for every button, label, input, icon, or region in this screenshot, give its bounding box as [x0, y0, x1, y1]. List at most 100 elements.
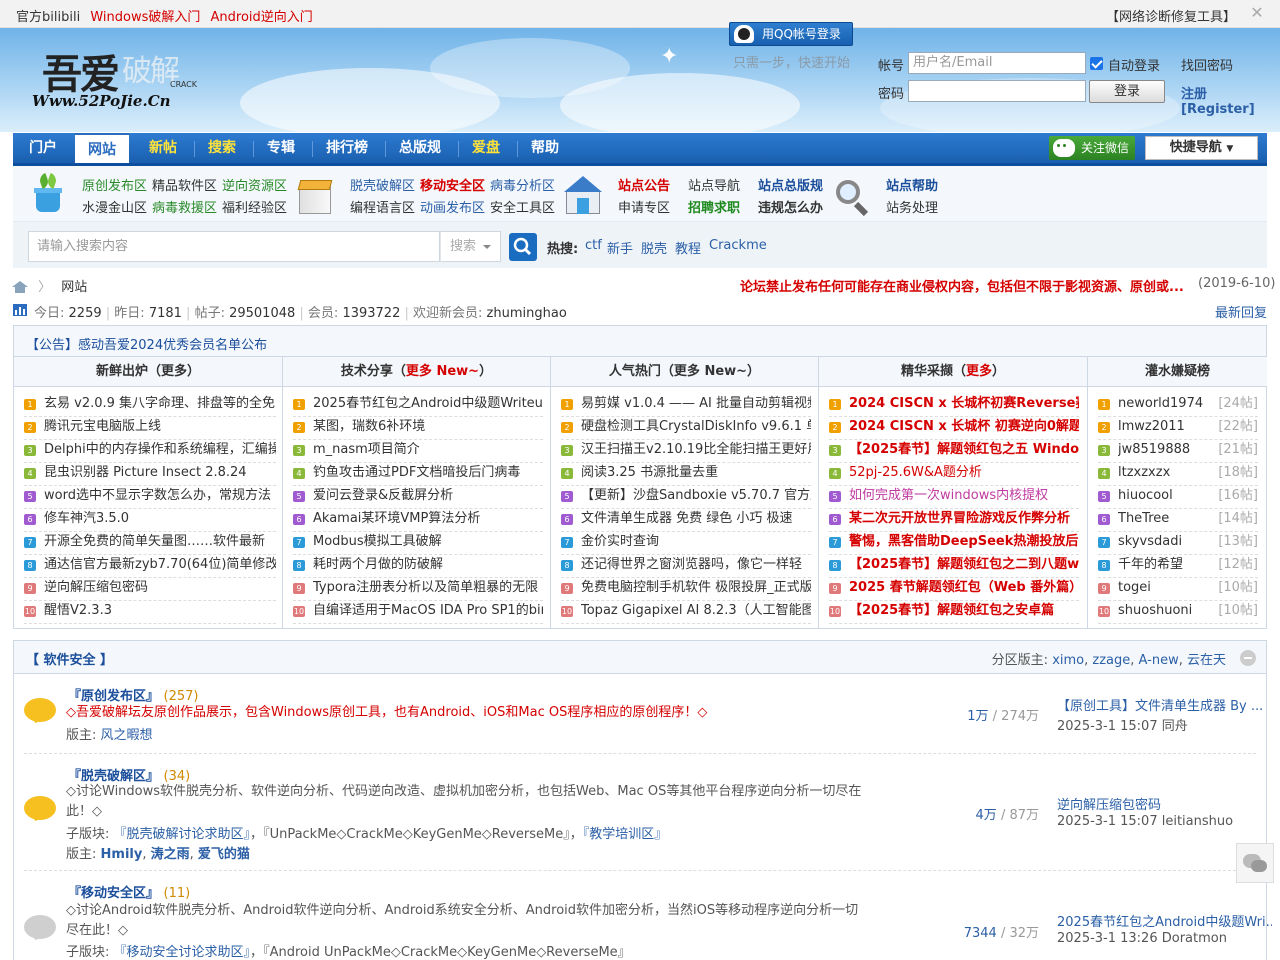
- nav-search[interactable]: 搜索: [196, 133, 248, 163]
- subnav-jobs[interactable]: 招聘求职: [688, 197, 740, 216]
- section-mod-link[interactable]: A-new: [1139, 653, 1179, 668]
- column-list-item[interactable]: 10 Topaz Gigapixel AI 8.2.3（人工智能图片: [561, 602, 811, 625]
- column-list-item[interactable]: 6 Akamai某环境VMP算法分析: [293, 510, 543, 533]
- auto-login-checkbox[interactable]: [1090, 57, 1103, 70]
- last-post-title[interactable]: 逆向解压缩包密码: [1057, 794, 1272, 813]
- latest-reply-link[interactable]: 最新回复: [1215, 302, 1267, 321]
- column-item-title[interactable]: 汉王扫描王v2.10.19比全能扫描王更好用: [581, 441, 811, 459]
- moderator-link[interactable]: 爱飞的猫: [198, 847, 250, 862]
- column-list-item[interactable]: 8 还记得世界之窗浏览器吗，像它一样轻: [561, 556, 811, 579]
- subnav-violation[interactable]: 违规怎么办: [758, 197, 823, 216]
- subnav-virus-rescue[interactable]: 病毒救援区: [152, 197, 217, 216]
- column-list-item[interactable]: 10 醒悟V2.3.3: [24, 602, 276, 625]
- column-item-title[interactable]: 耗时两个月做的防破解: [313, 556, 543, 574]
- column-list-item[interactable]: 8 耗时两个月做的防破解: [293, 556, 543, 579]
- subforum-link[interactable]: 『教学培训区』: [583, 827, 668, 842]
- column-item-title[interactable]: 阅读3.25 书源批量去重: [581, 464, 811, 482]
- hot-search-tutorial[interactable]: 教程: [675, 238, 701, 257]
- column-item-title[interactable]: 通达信官方最新zyb7.70(64位)简单修改: [44, 556, 276, 574]
- last-post-title[interactable]: 【原创工具】文件清单生成器 By ...: [1057, 695, 1272, 714]
- section-mod-link[interactable]: zzage: [1092, 653, 1130, 668]
- column-item-title[interactable]: 如何完成第一次windows内核提权: [849, 487, 1079, 505]
- column-list-item[interactable]: 9 免费电脑控制手机软件 极限投屏_正式版: [561, 579, 811, 602]
- subnav-site-notice[interactable]: 站点公告: [618, 175, 670, 194]
- column-list-item[interactable]: 4 52pj-25.6W&A题分析: [829, 464, 1079, 487]
- column-item-title[interactable]: 2025 春节解题领红包（Web 番外篇）: [849, 579, 1079, 597]
- search-input[interactable]: 请输入搜索内容: [28, 231, 440, 262]
- column-list-item[interactable]: 5 爱问云登录&反截屏分析: [293, 487, 543, 510]
- column-item-title[interactable]: 还记得世界之窗浏览器吗，像它一样轻: [581, 556, 811, 574]
- column-list-item[interactable]: 7 开源全免费的简单矢量图……软件最新: [24, 533, 276, 556]
- column-list-item[interactable]: 4 ltzxzxzx [18帖]: [1098, 464, 1258, 487]
- column-list-item[interactable]: 7 警惕，黑客借助DeepSeek热潮投放后门: [829, 533, 1079, 556]
- column-item-title[interactable]: 玄易 v2.0.9 集八字命理、排盘等的全免: [44, 395, 276, 413]
- windows-crack-intro-link[interactable]: Windows破解入门: [90, 10, 200, 25]
- site-logo[interactable]: 吾爱 破解 CRACK Www.52PoJie.Cn: [30, 42, 220, 114]
- column-list-item[interactable]: 3 m_nasm项目简介: [293, 441, 543, 464]
- column-list-item[interactable]: 7 Modbus模拟工具破解: [293, 533, 543, 556]
- column-item-title[interactable]: 免费电脑控制手机软件 极限投屏_正式版: [581, 579, 811, 597]
- column-item-title[interactable]: Modbus模拟工具破解: [313, 533, 543, 551]
- column-list-item[interactable]: 10 自编译适用于MacOS IDA Pro SP1的bin: [293, 602, 543, 625]
- network-repair-link[interactable]: 【网络诊断修复工具】: [1106, 6, 1236, 25]
- subnav-programming[interactable]: 编程语言区: [350, 197, 415, 216]
- subnav-virus-analysis[interactable]: 病毒分析区: [490, 175, 555, 194]
- qq-login-button[interactable]: 用QQ帐号登录: [729, 22, 853, 46]
- hot-search-newbie[interactable]: 新手: [607, 238, 633, 257]
- column-item-title[interactable]: 2024 CISCN x 长城杯初赛Reverse赛题: [849, 395, 1079, 413]
- column-item-title[interactable]: 开源全免费的简单矢量图……软件最新: [44, 533, 276, 551]
- column-list-item[interactable]: 8 【2025春节】解题领红包之二到八题write: [829, 556, 1079, 579]
- subnav-site-navigation[interactable]: 站点导航: [688, 175, 740, 194]
- column-list-item[interactable]: 10 【2025春节】解题领红包之安卓篇: [829, 602, 1079, 625]
- column-item-title[interactable]: 【2025春节】解题领红包之二到八题write: [849, 556, 1079, 574]
- subnav-mobile-security[interactable]: 移动安全区: [420, 175, 485, 194]
- column-list-item[interactable]: 8 千年的希望 [12帖]: [1098, 556, 1258, 579]
- column-item-title[interactable]: Delphi中的内存操作和系统编程，汇编操: [44, 441, 276, 459]
- column-item-title[interactable]: Typora注册表分析以及简单粗暴的无限: [313, 579, 543, 597]
- column-item-title[interactable]: 【2025春节】解题领红包之安卓篇: [849, 602, 1079, 620]
- floating-wechat-icon[interactable]: [1236, 843, 1274, 883]
- forum-notice[interactable]: 论坛禁止发布任何可能存在商业侵权内容，包括但不限于影视资源、原创或...: [740, 276, 1185, 295]
- subnav-security-tools[interactable]: 安全工具区: [490, 197, 555, 216]
- column-list-item[interactable]: 8 通达信官方最新zyb7.70(64位)简单修改: [24, 556, 276, 579]
- column-item-title[interactable]: 2024 CISCN x 长城杯 初赛逆向0解题-V: [849, 418, 1079, 436]
- announcement-link[interactable]: 【公告】感动吾爱2024优秀会员名单公布: [26, 334, 267, 353]
- column-popular-header[interactable]: 人气热门（更多 New~）: [551, 357, 818, 387]
- column-item-title[interactable]: 腾讯元宝电脑版上线: [44, 418, 276, 436]
- column-essence-header[interactable]: 精华采撷（更多）: [819, 357, 1087, 387]
- nav-website[interactable]: 网站: [75, 133, 129, 163]
- follow-wechat-button[interactable]: 关注微信: [1049, 136, 1135, 160]
- find-password-link[interactable]: 找回密码: [1181, 55, 1233, 74]
- column-tech-header[interactable]: 技术分享（更多 New~）: [283, 357, 550, 387]
- hot-search-unpack[interactable]: 脱壳: [641, 238, 667, 257]
- column-item-title[interactable]: 警惕，黑客借助DeepSeek热潮投放后门: [849, 533, 1079, 551]
- column-item-title[interactable]: 爱问云登录&反截屏分析: [313, 487, 543, 505]
- bilibili-link[interactable]: 官方bilibili: [16, 10, 80, 25]
- column-item-title[interactable]: 昆虫识别器 Picture Insect 2.8.24: [44, 464, 276, 482]
- login-button[interactable]: 登录: [1089, 80, 1165, 103]
- column-list-item[interactable]: 1 2025春节红包之Android中级题Writeup: [293, 395, 543, 418]
- column-list-item[interactable]: 2 2024 CISCN x 长城杯 初赛逆向0解题-V: [829, 418, 1079, 441]
- forum-name[interactable]: 『原创发布区』 (257): [68, 685, 199, 704]
- nav-new-posts[interactable]: 新帖: [137, 133, 189, 163]
- column-item-title[interactable]: neworld1974: [1118, 395, 1218, 413]
- search-button[interactable]: [509, 233, 537, 261]
- close-topbar-icon[interactable]: ✕: [1248, 4, 1266, 22]
- column-list-item[interactable]: 3 Delphi中的内存操作和系统编程，汇编操: [24, 441, 276, 464]
- home-icon[interactable]: [12, 281, 28, 293]
- column-item-title[interactable]: 【更新】沙盘Sandboxie v5.70.7 官方版: [581, 487, 811, 505]
- subforum-link[interactable]: 『Android UnPackMe◇CrackMe◇KeyGenMe◇Rever…: [263, 945, 631, 960]
- account-input[interactable]: 用户名/Email: [908, 52, 1086, 74]
- android-reverse-intro-link[interactable]: Android逆向入门: [211, 10, 313, 25]
- column-list-item[interactable]: 2 某图，瑞数6补环境: [293, 418, 543, 441]
- column-list-item[interactable]: 5 word选中不显示字数怎么办，常规方法: [24, 487, 276, 510]
- hot-search-ctf[interactable]: ctf: [585, 238, 602, 253]
- column-item-title[interactable]: 2025春节红包之Android中级题Writeup: [313, 395, 543, 413]
- column-item-title[interactable]: hiuocool: [1118, 487, 1218, 505]
- column-list-item[interactable]: 9 2025 春节解题领红包（Web 番外篇）: [829, 579, 1079, 602]
- column-item-title[interactable]: 【2025春节】解题领红包之五 Window: [849, 441, 1079, 459]
- password-input[interactable]: [908, 80, 1086, 102]
- column-fresh-header[interactable]: 新鲜出炉（更多）: [14, 357, 282, 387]
- subnav-water-zone[interactable]: 水漫金山区: [82, 197, 147, 216]
- nav-albums[interactable]: 专辑: [255, 133, 307, 163]
